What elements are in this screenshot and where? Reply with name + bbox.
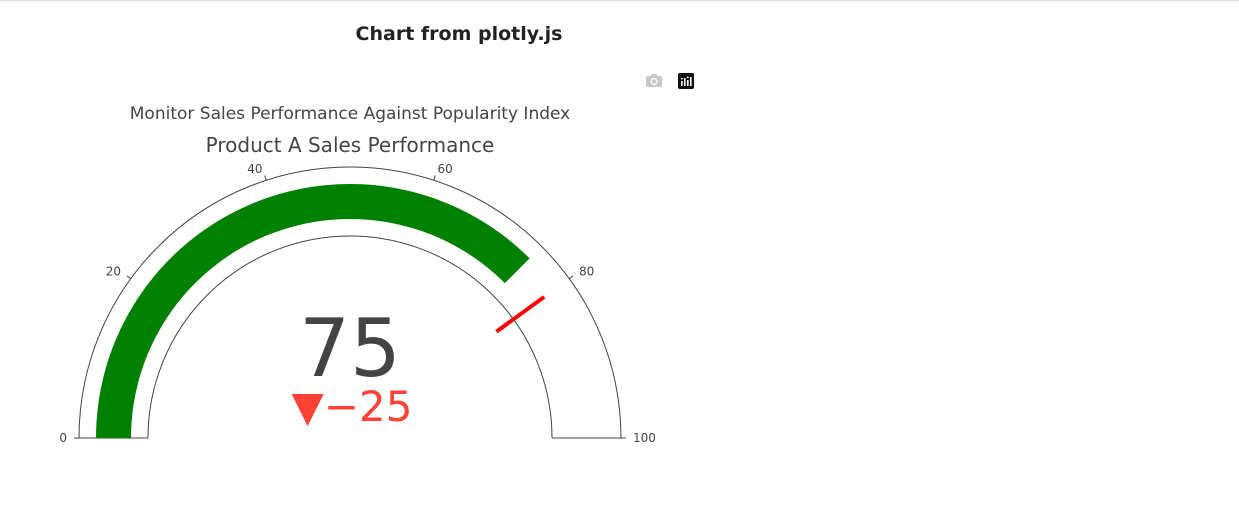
gauge-tick-label: 40	[247, 162, 262, 176]
download-png-button[interactable]	[642, 70, 666, 92]
gauge-title: Product A Sales Performance	[206, 133, 495, 157]
gauge-tick-mark	[264, 175, 267, 181]
gauge-tick-label: 80	[579, 265, 594, 279]
gauge-threshold-line	[495, 295, 546, 334]
gauge-delta: ▼−25	[292, 382, 413, 431]
page-title: Chart from plotly.js	[355, 23, 563, 45]
gauge-tick-label: 20	[106, 265, 121, 279]
top-divider	[0, 0, 1239, 1]
gauge-tick-mark	[433, 175, 436, 181]
gauge-tick-label: 60	[437, 162, 452, 176]
chart-title: Monitor Sales Performance Against Popula…	[130, 104, 570, 124]
gauge-tick-mark	[126, 275, 132, 280]
plotly-logo-icon	[678, 73, 694, 89]
gauge-tick-mark	[568, 275, 574, 280]
gauge-chart: Monitor Sales Performance Against Popula…	[0, 90, 720, 510]
gauge-svg: Monitor Sales Performance Against Popula…	[59, 104, 656, 445]
gauge-tick-label: 0	[59, 431, 67, 445]
plotly-logo-button[interactable]	[674, 70, 698, 92]
camera-icon	[646, 74, 662, 87]
gauge-tick-label: 100	[633, 431, 656, 445]
